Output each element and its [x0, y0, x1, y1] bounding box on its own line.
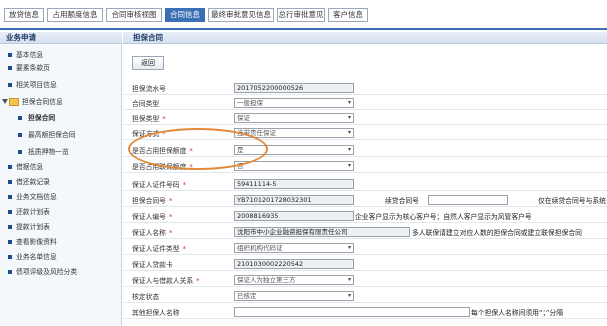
tab-head-office-approval[interactable]: 总行审批意见	[277, 8, 325, 22]
bullet-icon	[8, 165, 12, 169]
tab-customer-info[interactable]: 客户信息	[328, 8, 368, 22]
form-row-serial: 担保流水号 2017052200000526	[123, 81, 607, 95]
required-marker: *	[168, 229, 173, 237]
form-row-id-type: 保证人证件类型 * 组织机构代码证	[123, 241, 607, 255]
sidebar-item-iou-info[interactable]: 借据信息	[0, 161, 122, 173]
tab-credit-occupation[interactable]: 占用额度信息	[47, 8, 103, 22]
required-marker: *	[168, 197, 173, 205]
guarantor-name-field: 沈阳市中小企业融资担保有限责任公司	[234, 227, 410, 237]
sidebar-item-repayment-record[interactable]: 借还款记录	[0, 176, 122, 188]
form-row-other-guarantors: 其他担保人名称 每个担保人名称间须用“；”分隔	[123, 305, 607, 319]
bullet-icon	[18, 116, 22, 120]
bullet-icon	[18, 150, 22, 154]
joint-quota-select[interactable]: 否	[234, 161, 354, 171]
sidebar-item-drawdown-plan[interactable]: 提款计划表	[0, 221, 122, 233]
contract-type-select[interactable]: 一般担保	[234, 98, 354, 108]
sidebar-item-debt-rating[interactable]: 债项评级及风险分类	[0, 266, 122, 278]
highlight-ellipse	[128, 128, 268, 170]
tab-loan-info[interactable]: 放贷信息	[4, 8, 44, 22]
main-contract-note: 仅在续贷合同号与系统	[538, 197, 606, 205]
tab-contract-review[interactable]: 合同审核视图	[106, 8, 162, 22]
main-contract-input[interactable]	[428, 195, 508, 205]
guarantor-name-note: 多人联保请建立对应人数的担保合同或建立联保担保合同	[412, 229, 582, 237]
other-guarantors-input[interactable]	[234, 307, 470, 317]
bullet-icon	[8, 53, 12, 57]
sidebar-item-collateral-list[interactable]: 抵质押物一览	[0, 146, 122, 158]
guarantor-number-note: 企业客户显示为核心客户号；自然人客户显示为风管客户号	[355, 213, 532, 221]
form-row-loan-card: 保证人贷款卡 2101030002220542	[123, 257, 607, 271]
top-tab-bar: 放贷信息 占用额度信息 合同审核视图 合同信息 最终审批意见信息 总行审批意见 …	[0, 0, 607, 30]
sidebar-item-project-info[interactable]: 相关项目信息	[0, 79, 122, 91]
folder-icon	[9, 98, 19, 106]
sidebar-item-guarantee-contract-info[interactable]: 担保合同信息	[0, 96, 122, 108]
bullet-icon	[8, 195, 12, 199]
form-row-status: 核定状态 已核定	[123, 289, 607, 303]
form-row-relation: 保证人与借款人关系 * 保证人为独立第三方	[123, 273, 607, 287]
form-row-guarantor-no: 保证人编号 * 2008816935 企业客户显示为核心客户号；自然人客户显示为风…	[123, 209, 607, 223]
form-row-guarantor-name: 保证人名称 * 沈阳市中小企业融资担保有限责任公司 多人联保请建立对应人数的担保合…	[123, 225, 607, 239]
required-marker: *	[182, 181, 186, 189]
tab-contract-info[interactable]: 合同信息	[165, 8, 205, 22]
contract-number-field: YB7101201728032301	[234, 195, 354, 205]
bullet-icon	[8, 66, 12, 70]
bullet-icon	[8, 210, 12, 214]
id-type-select[interactable]: 组织机构代码证	[234, 243, 354, 253]
sidebar-item-business-docs[interactable]: 业务文档信息	[0, 191, 122, 203]
tab-final-approval[interactable]: 最终审批意见信息	[208, 8, 274, 22]
bullet-icon	[8, 83, 12, 87]
bullet-icon	[8, 225, 12, 229]
guarantee-type-select[interactable]: 保证	[234, 113, 354, 123]
bullet-icon	[18, 133, 22, 137]
form-row-contract-no: 担保合同号 * YB7101201728032301 续贷合同号 仅在续贷合同号与…	[123, 193, 607, 207]
loan-card-field: 2101030002220542	[234, 259, 354, 269]
form-row-contract-type: 合同类型 一般担保	[123, 96, 607, 110]
sidebar-item-max-guarantee-contract[interactable]: 最高额担保合同	[0, 129, 122, 141]
sidebar-item-elements[interactable]: 要素条款页	[0, 62, 122, 74]
expand-arrow-icon[interactable]	[2, 99, 8, 104]
sidebar-item-repayment-plan[interactable]: 还款计划表	[0, 206, 122, 218]
sidebar-header: 业务申请	[0, 32, 122, 44]
sidebar-item-image-data[interactable]: 查看影像资料	[0, 236, 122, 248]
serial-number-field: 2017052200000526	[234, 83, 354, 93]
status-select[interactable]: 已核定	[234, 291, 354, 301]
required-marker: *	[162, 115, 166, 123]
bullet-icon	[8, 270, 12, 274]
sidebar: 基本信息 要素条款页 相关项目信息 担保合同信息 担保合同 最高额担保合同 抵质…	[0, 45, 122, 326]
main-contract-label: 续贷合同号	[385, 197, 419, 205]
required-marker: *	[196, 277, 200, 285]
page-title: 担保合同	[123, 32, 607, 44]
bullet-icon	[8, 240, 12, 244]
bullet-icon	[8, 180, 12, 184]
sidebar-item-guarantee-contract[interactable]: 担保合同	[0, 112, 122, 124]
form-row-id-number: 保证人证件号码 * 59411114-5	[123, 177, 607, 191]
back-button[interactable]: 返回	[132, 56, 164, 70]
other-guarantors-note: 每个担保人名称间须用“；”分隔	[471, 309, 564, 317]
form-row-guarantee-type: 担保类型 * 保证	[123, 111, 607, 125]
relation-select[interactable]: 保证人为独立第三方	[234, 275, 354, 285]
sidebar-item-business-list[interactable]: 业务名单信息	[0, 251, 122, 263]
required-marker: *	[182, 245, 186, 253]
guarantor-number-field: 2008816935	[234, 211, 354, 221]
sidebar-item-basic-info[interactable]: 基本信息	[0, 49, 122, 61]
bullet-icon	[8, 255, 12, 259]
required-marker: *	[168, 213, 173, 221]
guarantee-contract-form: 返回 担保流水号 2017052200000526 合同类型 一般担保 担保类型…	[123, 45, 607, 326]
id-number-field: 59411114-5	[234, 179, 354, 189]
